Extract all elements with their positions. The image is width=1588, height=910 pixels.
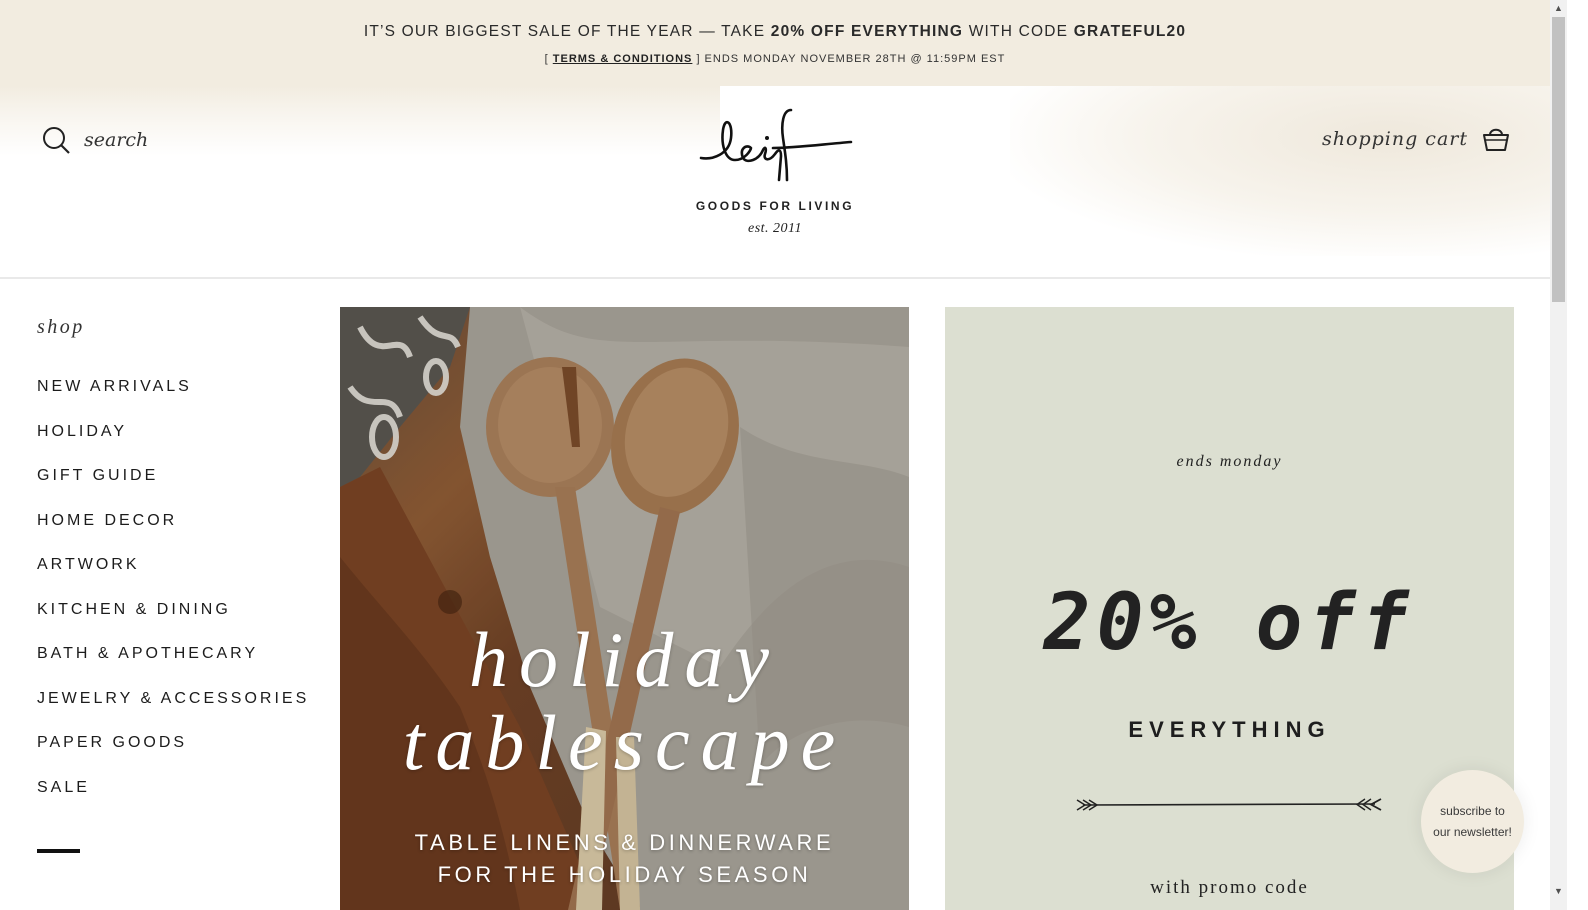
leif-logo-script (699, 108, 853, 182)
nav-item-bath-apothecary[interactable]: BATH & APOTHECARY (37, 643, 327, 688)
nav-item-home-decor[interactable]: HOME DECOR (37, 510, 327, 555)
promo-end-date: ] ENDS MONDAY NOVEMBER 28TH @ 11:59PM ES… (692, 53, 1006, 65)
promo-headline: IT’S OUR BIGGEST SALE OF THE YEAR — TAKE… (0, 23, 1550, 41)
shopping-cart-button[interactable]: shopping cart (1322, 126, 1510, 152)
promo-subline: [ TERMS & CONDITIONS ] ENDS MONDAY NOVEM… (0, 53, 1550, 65)
nav-item-artwork[interactable]: ARTWORK (37, 554, 327, 599)
newsletter-subscribe-button[interactable]: subscribe to our newsletter! (1421, 770, 1524, 873)
discount-text: 20% off (1042, 578, 1415, 668)
sale-discount: 20% off (945, 569, 1514, 679)
nav-item-jewelry-accessories[interactable]: JEWELRY & ACCESSORIES (37, 688, 327, 733)
search-button[interactable]: search (42, 126, 148, 154)
shop-sidebar: shop NEW ARRIVALS HOLIDAY GIFT GUIDE HOM… (37, 316, 327, 853)
newsletter-label: subscribe to our newsletter! (1433, 803, 1512, 839)
basket-icon (1483, 128, 1509, 151)
logo-tagline: GOODS FOR LIVING (695, 199, 855, 213)
hero-subtitle-line2: FOR THE HOLIDAY SEASON (437, 862, 812, 887)
promo-code: GRATEFUL20 (1073, 23, 1187, 40)
search-label: search (84, 129, 149, 151)
scrollbar-thumb[interactable] (1552, 17, 1565, 302)
sale-ends-text: ends monday (1176, 453, 1283, 470)
nav-item-kitchen-dining[interactable]: KITCHEN & DINING (37, 599, 327, 644)
nav-item-holiday[interactable]: HOLIDAY (37, 421, 327, 466)
bracket-open: [ (544, 53, 553, 65)
promo-banner: IT’S OUR BIGGEST SALE OF THE YEAR — TAKE… (0, 0, 1550, 86)
promo-text-mid: WITH CODE (963, 23, 1074, 40)
shop-title: shop (37, 316, 85, 338)
promo-offer: 20% OFF EVERYTHING (770, 23, 964, 40)
nav-item-gift-guide[interactable]: GIFT GUIDE (37, 465, 327, 510)
hero-banner-holiday-tablescape[interactable]: holiday tablescape TABLE LINENS & DINNER… (340, 307, 909, 910)
sale-everything-text: EVERYTHING (1128, 717, 1331, 742)
cart-label: shopping cart (1322, 128, 1468, 150)
scroll-up-arrow-icon[interactable]: ▲ (1550, 0, 1567, 17)
nav-divider (37, 849, 80, 853)
watercolor-wash-right (1010, 86, 1550, 256)
discount-handwritten: 20% off (1042, 578, 1415, 668)
promo-text: IT’S OUR BIGGEST SALE OF THE YEAR — TAKE (363, 23, 771, 40)
scroll-down-arrow-icon[interactable]: ▼ (1550, 883, 1567, 900)
nav-item-paper-goods[interactable]: PAPER GOODS (37, 732, 327, 777)
hero-title-line2: tablescape (402, 699, 847, 786)
shop-nav: NEW ARRIVALS HOLIDAY GIFT GUIDE HOME DEC… (37, 376, 327, 821)
site-header: search GOODS FOR LIVING est. 2011 shoppi… (0, 86, 1550, 279)
arrow-divider-icon (1076, 798, 1382, 811)
logo[interactable]: GOODS FOR LIVING est. 2011 (690, 104, 860, 237)
logo-established: est. 2011 (747, 221, 802, 236)
terms-link[interactable]: TERMS & CONDITIONS (553, 53, 693, 65)
nav-item-sale[interactable]: SALE (37, 777, 327, 822)
sale-promo-text: with promo code (1150, 877, 1309, 898)
hero-photo-spoons (340, 307, 909, 910)
search-icon (43, 127, 70, 154)
page-scrollbar[interactable]: ▲ ▼ (1550, 0, 1567, 910)
hero-subtitle-line1: TABLE LINENS & DINNERWARE (414, 830, 835, 855)
nav-item-new-arrivals[interactable]: NEW ARRIVALS (37, 376, 327, 421)
hero-title-line1: holiday (469, 616, 780, 703)
